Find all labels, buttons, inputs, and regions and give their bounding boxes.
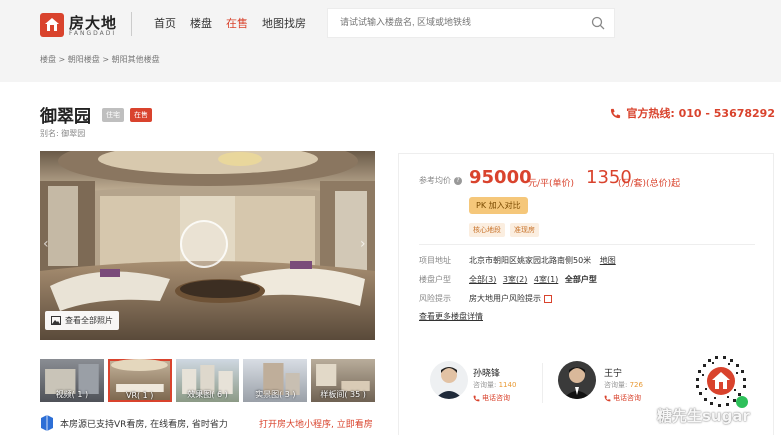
top-header: 房大地 FANGDADI 首页 楼盘 在售 地图找房 楼盘 > 朝阳楼盘 > 朝… [0,0,781,82]
help-icon[interactable]: ? [454,176,462,185]
thumb-real-photos[interactable]: 实景图( 3 ) [243,359,308,402]
status-badge: 在售 [130,108,152,122]
nav-on-sale[interactable]: 在售 [226,15,248,31]
layout-3room[interactable]: 3室(2) [503,275,527,284]
thumb-vr[interactable]: VR( 1 ) [107,359,172,402]
vr-cube-icon [41,415,53,431]
risk-value[interactable]: 房大地用户风险提示 [469,293,552,304]
thumb-video[interactable]: 视频( 1 ) [40,359,104,402]
divider [419,244,755,245]
search-input[interactable] [340,17,580,27]
phone-icon [473,395,480,401]
avatar[interactable] [558,361,596,399]
external-link-icon [544,294,552,303]
address-label: 项目地址 [419,256,451,265]
thumb-show-rooms[interactable]: 样板间( 35 ) [311,359,375,402]
price-label: 参考均价 ? [419,175,462,186]
property-title: 御翠园 [40,107,91,127]
unit-price: 95000 [469,167,532,188]
breadcrumb[interactable]: 楼盘 > 朝阳楼盘 > 朝阳其他楼盘 [40,54,160,65]
more-details-link[interactable]: 查看更多楼盘详情 [419,311,483,322]
image-icon [51,316,61,325]
logo-divider [131,12,132,36]
feature-tag: 核心地段 [469,223,505,237]
agent-consult-count: 咨询量: 726 [604,381,643,389]
agent-name: 王宁 [604,369,623,379]
phone-icon [604,395,611,401]
logo-subtext: FANGDADI [69,30,117,37]
layout-4room[interactable]: 4室(1) [534,275,558,284]
map-link[interactable]: 地图 [600,256,616,265]
chevron-right-icon[interactable]: › [360,236,366,252]
agent-divider [542,363,543,403]
gallery-thumbnails: 视频( 1 ) VR( 1 ) 效果图( 6 ) 实景图( 3 ) 样板间( 3… [40,359,375,402]
total-price-suffix: (万/套)(总价)起 [618,179,681,189]
logo-icon[interactable] [40,13,64,37]
all-layouts-link[interactable]: 全部户型 [565,275,597,284]
layout-options: 全部(3) 3室(2) 4室(1) 全部户型 [469,274,597,285]
phone-consult-button[interactable]: 电话咨询 [604,393,641,403]
phone-consult-button[interactable]: 电话咨询 [473,393,510,403]
property-type-badge: 住宅 [102,108,124,122]
unit-price-suffix: 元/平(单价) [528,179,575,189]
watermark: 糖先生sugar [657,407,750,425]
nav-map-search[interactable]: 地图找房 [262,15,306,31]
agent-name: 孙晓锋 [473,369,501,379]
view-all-photos-button[interactable]: 查看全部照片 [45,311,119,330]
property-alias: 别名: 御翠园 [40,129,86,138]
main-nav: 首页 楼盘 在售 地图找房 [154,15,320,31]
search-icon[interactable] [591,16,605,30]
feature-tag: 准现房 [510,223,539,237]
risk-label: 风险提示 [419,294,451,303]
vr-note: 本房源已支持VR看房, 在线看房, 省时省力 [40,415,228,431]
view-all-label: 查看全部照片 [65,316,113,325]
vr-play-button[interactable] [180,220,228,268]
address-value: 北京市朝阳区姚家园北路南侧50米 地图 [469,256,616,265]
layout-all[interactable]: 全部(3) [469,275,496,284]
thumb-renderings[interactable]: 效果图( 6 ) [175,359,240,402]
agent-consult-count: 咨询量: 1140 [473,381,517,389]
avatar[interactable] [430,361,468,399]
nav-home[interactable]: 首页 [154,15,176,31]
phone-icon [611,108,621,118]
mini-program-qr-icon[interactable] [690,350,752,412]
open-mini-program-link[interactable]: 打开房大地小程序, 立即看房 [259,417,373,430]
search-box [327,8,615,38]
layout-label: 楼盘户型 [419,275,451,284]
nav-properties[interactable]: 楼盘 [190,15,212,31]
chevron-left-icon[interactable]: ‹ [43,236,49,252]
add-compare-button[interactable]: PK 加入对比 [469,197,528,214]
hotline-text: 官方热线: 010 - 53678292 [626,107,775,120]
hotline: 官方热线: 010 - 53678292 [610,105,775,121]
